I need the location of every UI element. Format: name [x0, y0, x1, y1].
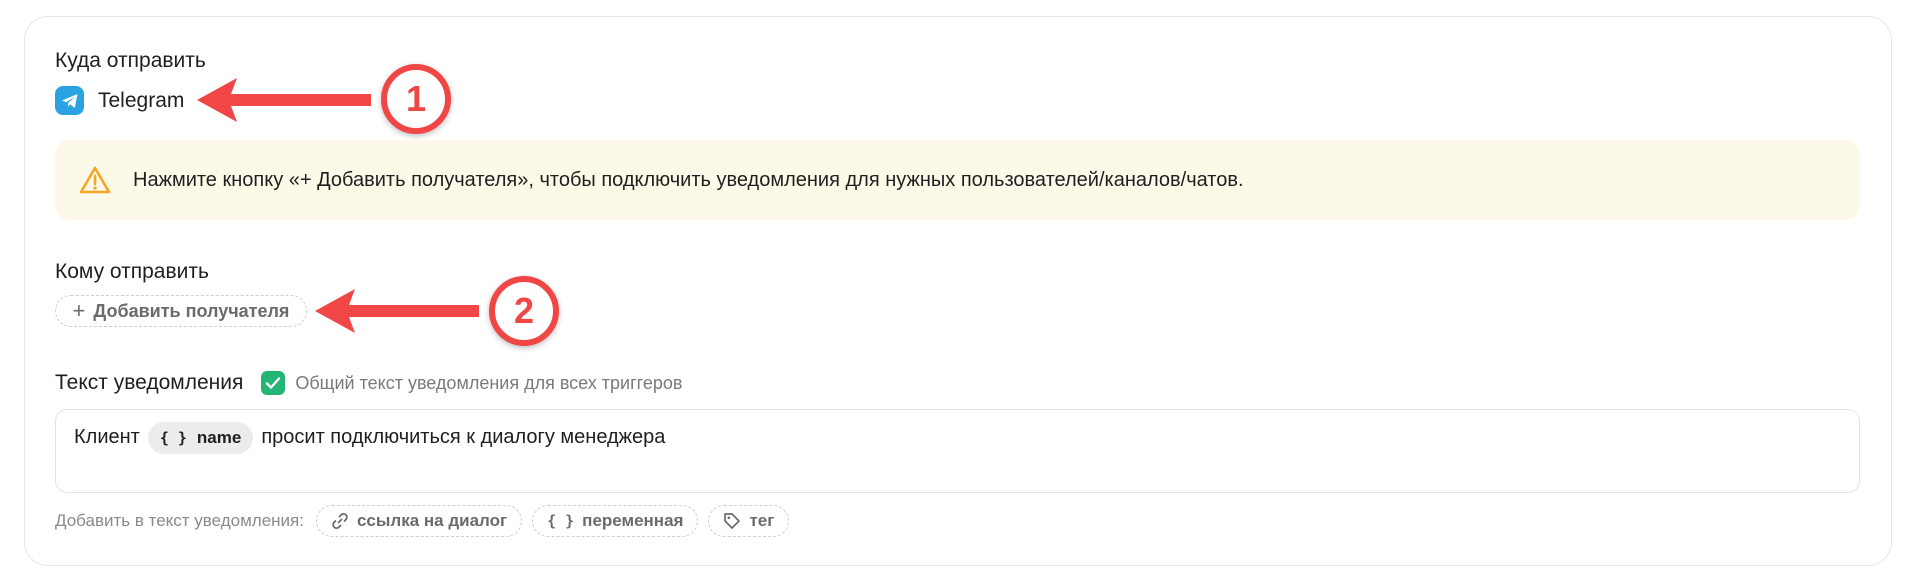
insert-tag-label: тег: [749, 511, 775, 530]
text-content-after: просит подключиться к диалогу менеджера: [261, 426, 666, 448]
notification-text-header: Текст уведомления Общий текст уведомлени…: [55, 371, 682, 395]
notification-text-editor[interactable]: Клиент { } name просит подключиться к ди…: [55, 409, 1860, 493]
text-content-before: Клиент: [74, 426, 140, 448]
common-text-checkbox-label[interactable]: Общий текст уведомления для всех триггер…: [295, 373, 682, 394]
plus-icon: +: [72, 298, 86, 323]
notice-text: Нажмите кнопку «+ Добавить получателя», …: [133, 168, 1244, 191]
channel-telegram[interactable]: Telegram: [55, 86, 184, 115]
destination-label: Куда отправить: [55, 49, 206, 72]
notification-text-label: Текст уведомления: [55, 371, 244, 394]
variable-name: name: [196, 428, 242, 447]
telegram-icon: [55, 86, 84, 115]
channel-label: Telegram: [98, 88, 185, 112]
link-icon: [332, 513, 348, 529]
annotation-arrow-2: [315, 289, 479, 333]
common-text-checkbox[interactable]: [261, 371, 286, 395]
add-recipient-label: Добавить получателя: [93, 300, 290, 321]
insert-variable-button[interactable]: { } переменная: [532, 505, 699, 537]
check-icon: [266, 377, 281, 389]
braces-icon: { }: [159, 429, 187, 447]
insert-tag-button[interactable]: тег: [708, 505, 790, 537]
insert-variable-label: переменная: [582, 511, 684, 530]
insert-link-button[interactable]: ссылка на диалог: [315, 505, 523, 537]
annotation-badge-2: 2: [489, 276, 559, 346]
insert-link-label: ссылка на диалог: [356, 511, 508, 530]
tag-icon: [724, 513, 741, 529]
insert-label: Добавить в текст уведомления:: [55, 511, 304, 530]
add-recipient-button[interactable]: + Добавить получателя: [55, 295, 307, 327]
recipients-label: Кому отправить: [55, 260, 209, 283]
notice-banner: Нажмите кнопку «+ Добавить получателя», …: [55, 140, 1860, 220]
variable-chip[interactable]: { } name: [147, 422, 254, 454]
warning-icon: [79, 165, 111, 195]
annotation-badge-1: 1: [381, 64, 451, 134]
braces-icon: { }: [547, 512, 575, 530]
annotation-arrow-1: [197, 78, 371, 122]
insert-options-row: Добавить в текст уведомления: ссылка на …: [55, 505, 790, 537]
